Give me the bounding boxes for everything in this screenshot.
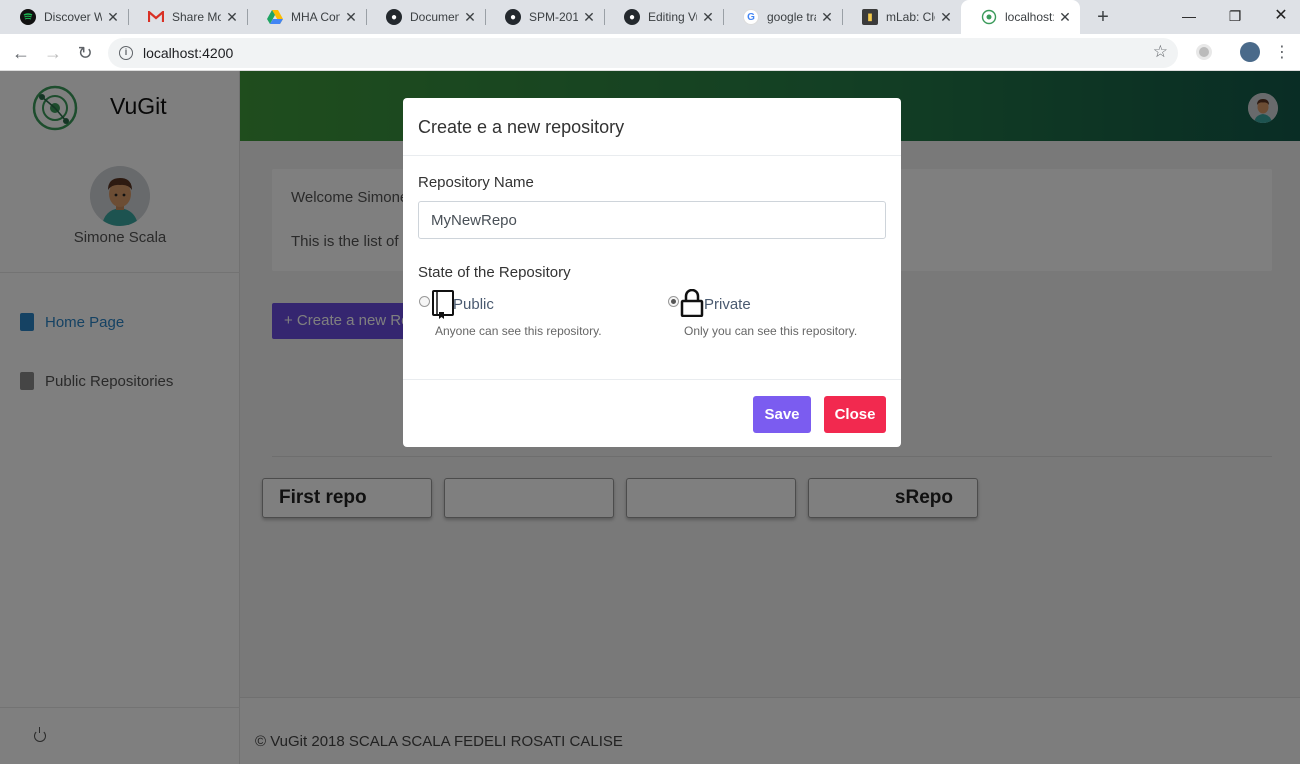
browser-tab[interactable]: ● Editing Vu ✕ [604,0,723,34]
browser-tab[interactable]: ● Document ✕ [366,0,485,34]
restore-icon[interactable]: ❐ [1220,4,1250,28]
google-icon: G [743,9,759,25]
tab-title: Document [410,10,459,24]
modal-footer: Save Close [403,379,901,447]
tab-close-icon[interactable]: ✕ [344,9,358,26]
book-icon [431,290,455,325]
private-radio[interactable] [668,296,679,307]
github-icon: ● [505,9,521,25]
tab-title: SPM-2018 [529,10,578,24]
gmail-icon [148,9,164,25]
window-close-icon[interactable]: ✕ [1266,4,1296,28]
tab-close-icon[interactable]: ✕ [1058,9,1072,26]
public-radio[interactable] [419,296,430,307]
tab-title: google tra [767,10,816,24]
new-tab-icon[interactable]: + [1094,6,1112,28]
browser-tab[interactable]: Share Moc ✕ [128,0,247,34]
create-repository-modal: Create e a new repository Repository Nam… [403,98,901,447]
tab-close-icon[interactable]: ✕ [701,9,715,26]
tab-close-icon[interactable]: ✕ [225,9,239,26]
save-button[interactable]: Save [753,396,811,433]
vugit-icon [981,9,997,25]
tab-close-icon[interactable]: ✕ [820,9,834,26]
google-drive-icon [267,9,283,25]
private-option-description: Only you can see this repository. [684,324,858,338]
modal-title: Create e a new repository [418,117,625,137]
browser-tab[interactable]: Discover W ✕ [0,0,128,34]
url-text[interactable]: localhost:4200 [143,45,233,61]
menu-kebab-icon[interactable]: ⋮ [1270,41,1294,65]
modal-header: Create e a new repository [403,98,901,156]
spotify-icon [20,9,36,25]
extension-icon[interactable] [1196,44,1212,60]
tab-close-icon[interactable]: ✕ [582,9,596,26]
tab-title: Discover W [44,10,102,24]
bookmark-star-icon[interactable]: ☆ [1153,42,1168,62]
forward-icon[interactable]: → [41,41,65,65]
back-icon[interactable]: ← [9,41,33,65]
browser-toolbar: ← → ↻ i localhost:4200 ☆ ⋮ [0,34,1300,71]
tab-close-icon[interactable]: ✕ [463,9,477,26]
address-bar[interactable]: i localhost:4200 ☆ [108,38,1178,68]
info-icon[interactable]: i [119,46,133,60]
github-icon: ● [386,9,402,25]
tab-close-icon[interactable]: ✕ [106,9,120,26]
private-option-label[interactable]: Private [704,296,751,313]
browser-tab[interactable]: ▮ mLab: Clo ✕ [842,0,961,34]
browser-tab[interactable]: ● SPM-2018 ✕ [485,0,604,34]
tab-title: localhost:4 [1005,10,1054,24]
repository-name-input[interactable] [418,201,886,239]
state-label: State of the Repository [418,264,571,281]
profile-avatar-icon[interactable] [1240,42,1260,62]
tab-title: Share Moc [172,10,221,24]
reload-icon[interactable]: ↻ [73,41,97,65]
close-button[interactable]: Close [824,396,886,433]
github-icon: ● [624,9,640,25]
mlab-icon: ▮ [862,9,878,25]
public-option-label[interactable]: Public [453,296,494,313]
repository-name-label: Repository Name [418,174,534,191]
browser-tab-strip: Discover W ✕ Share Moc ✕ MHA Conf ✕ ● Do… [0,0,1300,34]
public-option-description: Anyone can see this repository. [435,324,602,338]
browser-tab[interactable]: G google tra ✕ [723,0,842,34]
tab-title: MHA Conf [291,10,340,24]
browser-tab-active[interactable]: localhost:4 ✕ [961,0,1080,34]
minimize-icon[interactable]: — [1174,4,1204,28]
browser-tab[interactable]: MHA Conf ✕ [247,0,366,34]
tab-close-icon[interactable]: ✕ [939,9,953,26]
tab-title: Editing Vu [648,10,697,24]
lock-icon [680,288,704,322]
tab-title: mLab: Clo [886,10,935,24]
